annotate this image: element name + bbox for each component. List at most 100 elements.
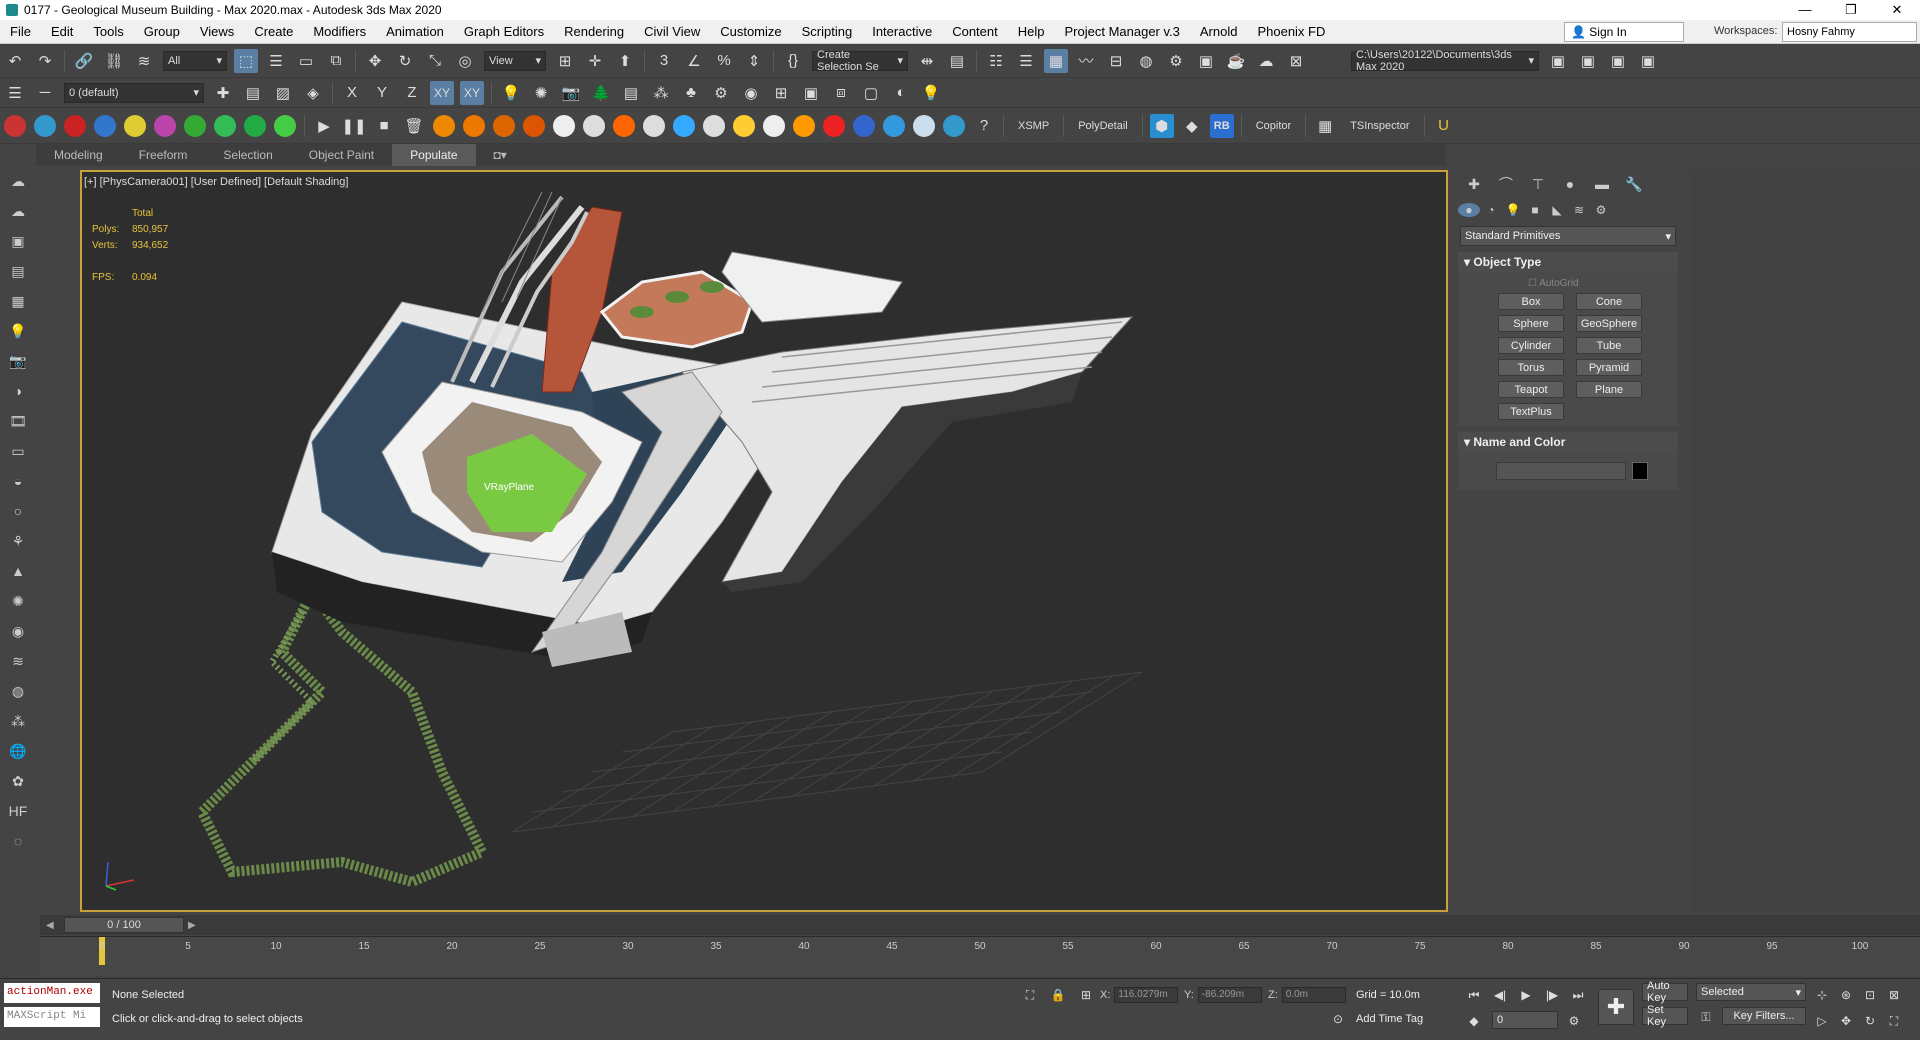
lights-icon[interactable]: 💡: [1502, 203, 1524, 217]
dome-icon[interactable]: ◒: [6, 469, 30, 493]
ribbon-options-icon[interactable]: ◘▾: [476, 144, 525, 166]
zoom-icon[interactable]: ⊹: [1812, 985, 1832, 1005]
render-cloud-icon[interactable]: ⊠: [1284, 49, 1308, 73]
key-mode-dropdown[interactable]: Selected ▾: [1696, 983, 1806, 1001]
rendered-frame-icon[interactable]: ▣: [1194, 49, 1218, 73]
layer-dropdown[interactable]: 0 (default) ▾: [64, 82, 204, 103]
camera-icon[interactable]: 📷: [6, 349, 30, 373]
next-frame-icon[interactable]: |▶: [1542, 985, 1562, 1005]
key-filter-icon[interactable]: ⚿: [1696, 1007, 1716, 1027]
project-icon-1[interactable]: ▣: [1546, 49, 1570, 73]
object-name-input[interactable]: [1496, 462, 1626, 480]
vray-obj-icon-4[interactable]: [94, 114, 116, 137]
tab-selection[interactable]: Selection: [205, 144, 290, 166]
key-filters-button[interactable]: Key Filters...: [1722, 1007, 1806, 1025]
rect-selection-icon[interactable]: ▭: [294, 49, 318, 73]
xsmp-button[interactable]: XSMP: [1008, 120, 1059, 132]
go-to-start-icon[interactable]: ⏮: [1464, 985, 1484, 1005]
project-icon-4[interactable]: ▣: [1636, 49, 1660, 73]
geosphere-button[interactable]: GeoSphere: [1576, 315, 1642, 332]
pivot-center-icon[interactable]: ⊞: [553, 49, 577, 73]
fur-icon[interactable]: ≋: [6, 649, 30, 673]
snap-3d-icon[interactable]: 3: [652, 49, 676, 73]
phoenix-liquid-icon-3[interactable]: [733, 114, 755, 137]
teapot-button[interactable]: Teapot: [1498, 381, 1564, 398]
sign-in-button[interactable]: 👤 Sign In: [1564, 22, 1684, 42]
vray-obj-icon-1[interactable]: [4, 114, 26, 137]
orbit-icon[interactable]: ↻: [1860, 1011, 1880, 1031]
workspaces-dropdown[interactable]: Hosny Fahmy: [1782, 22, 1917, 42]
project-icon-2[interactable]: ▣: [1576, 49, 1600, 73]
phoenix-icon-6[interactable]: [583, 114, 605, 137]
layer-visibility-icon[interactable]: ─: [33, 81, 57, 105]
add-to-layer-icon[interactable]: ▤: [241, 81, 265, 105]
phoenix-source-icon[interactable]: [553, 114, 575, 137]
time-config-icon[interactable]: ⚙: [1564, 1011, 1584, 1031]
menu-views[interactable]: Views: [190, 24, 244, 39]
zoom-extents-all-icon[interactable]: ⊠: [1884, 985, 1904, 1005]
cloud-icon[interactable]: ☁: [6, 199, 30, 223]
named-selection-dropdown[interactable]: Create Selection Se ▾: [812, 49, 908, 73]
helpers-icon[interactable]: ◣: [1546, 203, 1568, 217]
phoenix-liquid-icon-8[interactable]: [883, 114, 905, 137]
edit-named-selection-icon[interactable]: {}: [781, 49, 805, 73]
scale-icon[interactable]: ⤡: [423, 49, 447, 73]
phoenix-liquid-icon-9[interactable]: [913, 114, 935, 137]
create-layer-icon[interactable]: ✚: [211, 81, 235, 105]
isolate-icon[interactable]: ⛶: [1020, 985, 1040, 1005]
stop-icon[interactable]: ■: [372, 114, 396, 138]
spot-icon[interactable]: ▲: [6, 559, 30, 583]
network-icon[interactable]: ⧈: [829, 81, 853, 105]
play-icon[interactable]: ▶: [1516, 985, 1536, 1005]
cameras-icon[interactable]: ■: [1524, 203, 1546, 217]
plane-icon[interactable]: ▭: [6, 439, 30, 463]
close-button[interactable]: ✕: [1874, 2, 1920, 18]
globe-icon[interactable]: 🌐: [6, 739, 30, 763]
move-icon[interactable]: ✥: [363, 49, 387, 73]
minimize-button[interactable]: —: [1782, 2, 1828, 18]
layer-current-icon[interactable]: ◈: [301, 81, 325, 105]
tree-icon[interactable]: 🌲: [589, 81, 613, 105]
plant-icon[interactable]: ✿: [6, 769, 30, 793]
cone-button[interactable]: Cone: [1576, 293, 1642, 310]
menu-file[interactable]: File: [0, 24, 41, 39]
angle-snap-icon[interactable]: ∠: [682, 49, 706, 73]
axis-x-button[interactable]: X: [340, 81, 364, 105]
keyboard-shortcut-icon[interactable]: ⬆: [613, 49, 637, 73]
field-of-view-icon[interactable]: ▷: [1812, 1011, 1832, 1031]
render-iterative-icon[interactable]: ☁: [1254, 49, 1278, 73]
phoenix-fire-icon-2[interactable]: [463, 114, 485, 137]
slider-right-arrow-icon[interactable]: ▶: [188, 920, 196, 931]
auto-key-button[interactable]: Auto Key: [1642, 980, 1688, 1004]
shapes-icon[interactable]: ◔: [1480, 203, 1502, 217]
link-icon[interactable]: 🔗: [72, 49, 96, 73]
plane-button[interactable]: Plane: [1576, 381, 1642, 398]
add-time-tag[interactable]: Add Time Tag: [1356, 1013, 1423, 1025]
maximize-button[interactable]: ❐: [1828, 2, 1874, 18]
list-icon[interactable]: ▤: [619, 81, 643, 105]
create-cloud-icon[interactable]: ☁: [6, 169, 30, 193]
object-color-swatch[interactable]: [1632, 462, 1648, 480]
torus-button[interactable]: Torus: [1498, 359, 1564, 376]
menu-arnold[interactable]: Arnold: [1190, 24, 1248, 39]
lightbulb-icon[interactable]: 💡: [919, 81, 943, 105]
layers-icon[interactable]: ☰: [3, 81, 27, 105]
key-mode-icon[interactable]: ◆: [1464, 1011, 1484, 1031]
lock-icon[interactable]: 🔒: [1048, 985, 1068, 1005]
vray-obj-icon-3[interactable]: [64, 114, 86, 137]
manipulate-icon[interactable]: ✛: [583, 49, 607, 73]
axis-z-button[interactable]: Z: [400, 81, 424, 105]
selection-filter-dropdown[interactable]: All ▾: [163, 50, 227, 71]
maxscript-mini-input[interactable]: MAXScript Mi: [4, 1007, 100, 1027]
time-slider[interactable]: ◀ 0 / 100 ▶: [40, 915, 1920, 935]
axis-xy-cycle-button[interactable]: XY: [460, 80, 484, 105]
track-bar[interactable]: 0 5 10 15 20 25 30 35 40 45 50 55 60 65 …: [40, 936, 1920, 976]
current-frame-field[interactable]: 0: [1492, 1011, 1558, 1029]
systems-icon[interactable]: ⚙: [1590, 203, 1612, 217]
camera-icon[interactable]: 📷: [559, 81, 583, 105]
menu-phoenix-fd[interactable]: Phoenix FD: [1247, 24, 1335, 39]
film-icon[interactable]: 🎞: [6, 409, 30, 433]
frame-icon[interactable]: ▣: [799, 81, 823, 105]
menu-scripting[interactable]: Scripting: [792, 24, 863, 39]
object-type-rollout[interactable]: ▾ Object Type: [1458, 252, 1678, 272]
